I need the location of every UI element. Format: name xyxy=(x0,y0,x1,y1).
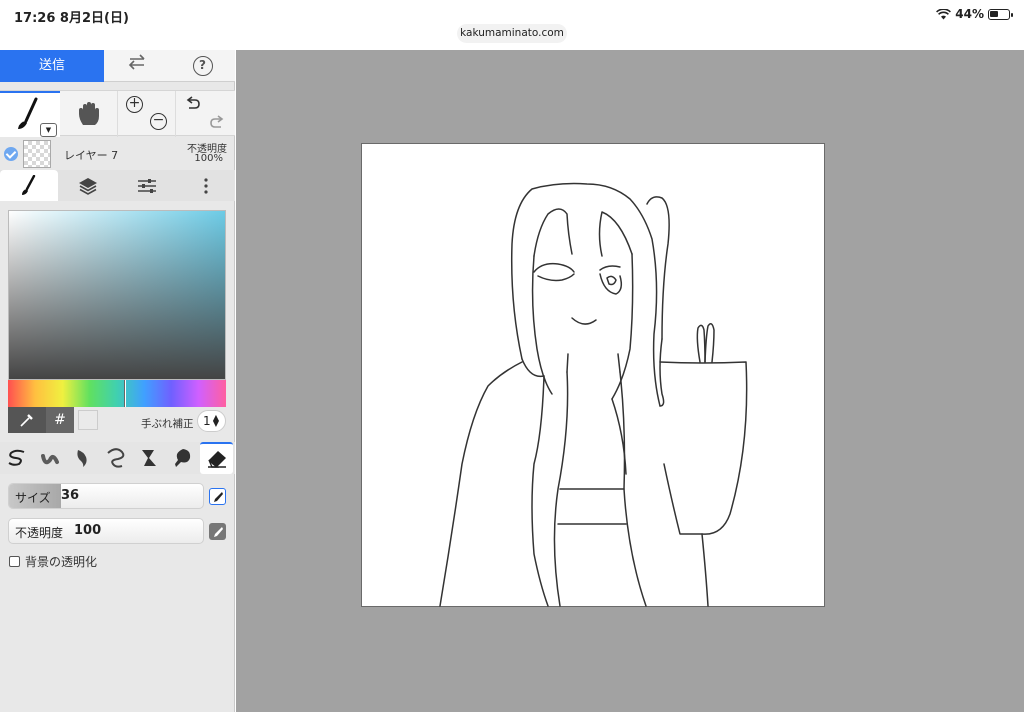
pen-pressure-icon xyxy=(213,491,223,502)
eraser-icon xyxy=(207,451,226,468)
wifi-icon xyxy=(936,8,952,19)
brush-dropdown-button[interactable]: ▼ xyxy=(40,123,57,137)
tab-adjust[interactable] xyxy=(118,170,176,201)
panel-tabs xyxy=(0,170,235,201)
eyedropper-button[interactable] xyxy=(8,407,46,433)
hue-bar[interactable] xyxy=(8,380,226,407)
layer-visible-checkbox[interactable] xyxy=(4,147,18,161)
brush-type-row xyxy=(0,442,235,474)
battery-icon xyxy=(988,8,1013,20)
watercolor-icon xyxy=(76,450,87,467)
tab-brush[interactable] xyxy=(0,170,58,201)
more-icon xyxy=(204,177,208,194)
status-bar: 17:26 8月2日(日) kakumaminato.com 44% xyxy=(0,0,1024,50)
hue-marker[interactable] xyxy=(124,380,126,407)
canvas-workspace[interactable] xyxy=(236,50,1024,712)
history-tools xyxy=(176,91,235,137)
hex-input-button[interactable]: # xyxy=(46,407,74,433)
swap-icon xyxy=(128,54,145,70)
brush-smudge[interactable] xyxy=(132,442,165,474)
brush-blur[interactable] xyxy=(99,442,132,474)
redo-icon[interactable] xyxy=(208,113,226,131)
pen-pressure-icon xyxy=(213,526,223,537)
current-color-swatch[interactable] xyxy=(78,410,98,430)
status-right: 44% xyxy=(936,7,1013,21)
tab-more[interactable] xyxy=(177,170,235,201)
tool-row: ▼ + − xyxy=(0,90,235,137)
stabilizer-stepper[interactable]: 1 ▲ ▼ xyxy=(197,410,226,432)
color-picker-square[interactable] xyxy=(8,210,226,380)
stabilizer-label: 手ぶれ補正 xyxy=(141,418,194,430)
tab-layers[interactable] xyxy=(59,170,117,201)
brush-pen[interactable] xyxy=(0,442,33,474)
smudge-icon xyxy=(141,450,156,466)
stepper-arrows-icon[interactable]: ▲ ▼ xyxy=(211,414,221,428)
size-slider[interactable]: サイズ 36 xyxy=(8,483,204,509)
hand-tool-button[interactable] xyxy=(60,91,118,137)
opacity-slider[interactable]: 不透明度 100 xyxy=(8,518,204,544)
bg-transparent-option[interactable]: 背景の透明化 xyxy=(9,553,97,570)
sketch-drawing[interactable] xyxy=(362,144,826,608)
size-label: サイズ xyxy=(15,491,51,505)
brush-tab-icon xyxy=(22,174,36,195)
opacity-pen-pressure-toggle[interactable] xyxy=(209,523,226,540)
layer-opacity-value: 100% xyxy=(194,153,223,164)
brush-tool-button[interactable]: ▼ xyxy=(0,91,60,137)
undo-icon[interactable] xyxy=(184,96,202,114)
drawing-canvas[interactable] xyxy=(361,143,825,607)
size-value: 36 xyxy=(61,488,80,503)
fill-brush-icon xyxy=(174,449,190,467)
panel-topbar: 送信 ? xyxy=(0,50,235,82)
opacity-label: 不透明度 xyxy=(15,526,64,540)
layer-row[interactable]: レイヤー 7 不透明度 100% xyxy=(0,138,235,170)
opacity-value: 100 xyxy=(74,523,102,538)
brush-airbrush[interactable] xyxy=(33,442,66,474)
stabilizer-value: 1 xyxy=(203,414,211,428)
size-pen-pressure-toggle[interactable] xyxy=(209,488,226,505)
blur-icon xyxy=(106,448,124,468)
brush-watercolor[interactable] xyxy=(66,442,99,474)
tool-panel: 送信 ? ▼ + − レイヤー 7 不透明度 100% # 手ぶれ補正 1 ▲ … xyxy=(0,50,235,712)
help-icon: ? xyxy=(192,56,213,76)
bg-transparent-label: 背景の透明化 xyxy=(25,555,98,569)
layer-name: レイヤー 7 xyxy=(64,149,119,162)
eyedropper-icon xyxy=(20,414,33,427)
zoom-tools: + − xyxy=(118,91,176,137)
status-time: 17:26 8月2日(日) xyxy=(14,11,129,26)
hand-icon xyxy=(78,102,99,125)
battery-percent: 44% xyxy=(955,7,984,21)
swap-button[interactable] xyxy=(104,50,170,82)
layer-thumbnail[interactable] xyxy=(23,140,51,168)
zoom-out-icon[interactable]: − xyxy=(150,113,167,130)
bg-transparent-checkbox[interactable] xyxy=(9,556,20,567)
send-button[interactable]: 送信 xyxy=(0,50,104,82)
zoom-in-icon[interactable]: + xyxy=(126,96,143,113)
layers-icon xyxy=(79,177,97,195)
brush-eraser[interactable] xyxy=(200,442,233,474)
url-pill[interactable]: kakumaminato.com xyxy=(457,24,567,43)
help-button[interactable]: ? xyxy=(170,50,235,82)
pen-brush-icon xyxy=(7,449,24,466)
airbrush-icon xyxy=(40,454,59,465)
sliders-icon xyxy=(138,178,156,193)
brush-fill[interactable] xyxy=(165,442,198,474)
